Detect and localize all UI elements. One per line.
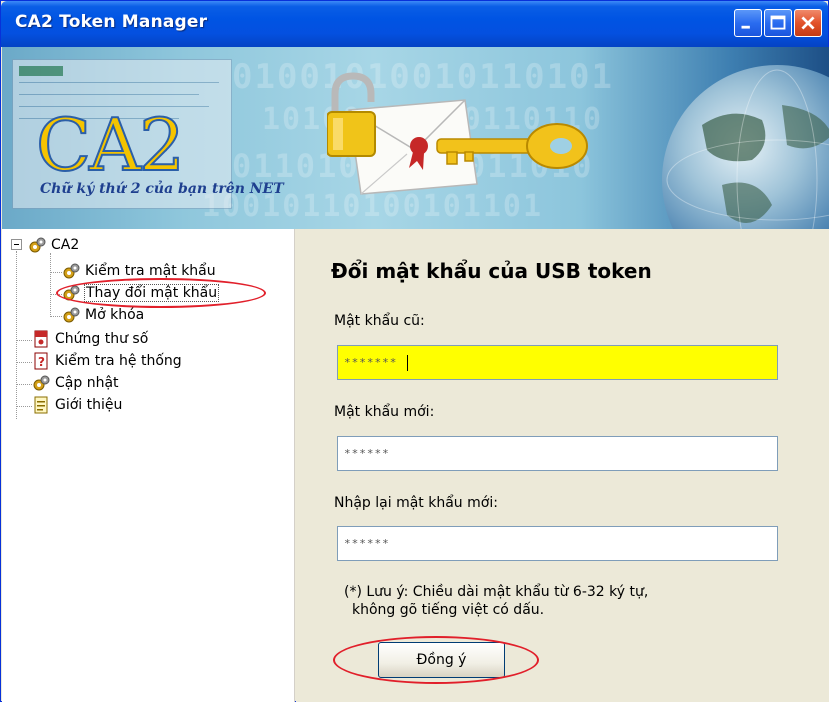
certificate-icon [32, 330, 50, 348]
highlight-ellipse [333, 636, 539, 684]
change-password-panel: Đổi mật khẩu của USB token Mật khẩu cũ: … [296, 229, 829, 702]
maximize-button[interactable] [764, 9, 792, 37]
gears-icon [62, 306, 80, 324]
tree-item-certificates[interactable]: Chứng thư số [32, 329, 148, 349]
tree-item-system-check[interactable]: ? Kiểm tra hệ thống [32, 351, 182, 371]
slogan-text: Chữ ký thứ 2 của bạn trên NET [40, 181, 284, 197]
maximize-icon [770, 15, 786, 30]
title-bar[interactable]: CA2 Token Manager [1, 1, 828, 47]
minimize-icon [741, 25, 750, 29]
confirm-password-field[interactable] [337, 526, 778, 561]
system-check-icon: ? [32, 352, 50, 370]
password-note: (*) Lưu ý: Chiều dài mật khẩu từ 6-32 ký… [344, 583, 784, 619]
text-caret [407, 355, 408, 371]
new-password-label: Mật khẩu mới: [334, 404, 435, 420]
tree-item-label: Giới thiệu [55, 397, 123, 413]
tree-item-label: CA2 [51, 237, 80, 253]
tree-item-ca2[interactable]: CA2 [28, 235, 79, 255]
new-password-field[interactable] [337, 436, 778, 471]
close-icon [801, 16, 815, 30]
gears-icon [28, 236, 46, 254]
minimize-button[interactable] [734, 9, 762, 37]
tree-connector [16, 340, 32, 341]
tree-item-label: Kiểm tra hệ thống [55, 353, 182, 369]
app-window: CA2 Token Manager 01001010010110101 1010… [0, 0, 829, 702]
tree-item-label: Chứng thư số [55, 331, 149, 347]
tree-item-about[interactable]: Giới thiệu [32, 395, 122, 415]
tree-item-update[interactable]: Cập nhật [32, 373, 119, 393]
tree-connector [16, 362, 32, 363]
panel-title: Đổi mật khẩu của USB token [331, 259, 652, 283]
ca2-logo: CA2 [35, 103, 186, 187]
gears-icon [62, 262, 80, 280]
navigation-tree: CA2 Kiểm tra mật khẩu Thay đổi mật khẩu … [2, 229, 295, 702]
note-line: không gõ tiếng việt có dấu. [352, 602, 545, 618]
svg-text:?: ? [38, 355, 45, 369]
security-illustration [327, 72, 588, 195]
close-button[interactable] [794, 9, 822, 37]
header-banner: 01001010010110101 10100101100110110 0110… [2, 47, 829, 229]
tree-connector [16, 406, 32, 407]
old-password-label: Mật khẩu cũ: [334, 313, 425, 329]
note-line: (*) Lưu ý: Chiều dài mật khẩu từ 6-32 ký… [344, 584, 649, 600]
tree-connector [16, 251, 17, 419]
old-password-field[interactable] [337, 345, 778, 380]
padlock-icon [327, 72, 376, 157]
tree-connector [50, 253, 51, 317]
tree-connector [50, 272, 62, 273]
collapse-toggle[interactable] [11, 239, 22, 250]
highlight-ellipse [56, 278, 266, 308]
about-icon [32, 396, 50, 414]
tree-item-label: Mở khóa [85, 307, 145, 323]
tree-connector [16, 384, 32, 385]
tree-connector [50, 316, 62, 317]
tree-item-label: Cập nhật [55, 375, 119, 391]
tree-item-unlock[interactable]: Mở khóa [62, 305, 144, 325]
window-title: CA2 Token Manager [15, 12, 208, 32]
globe-image [662, 65, 829, 229]
tree-item-label: Kiểm tra mật khẩu [85, 263, 216, 279]
gears-icon [32, 374, 50, 392]
confirm-password-label: Nhập lại mật khẩu mới: [334, 495, 498, 511]
